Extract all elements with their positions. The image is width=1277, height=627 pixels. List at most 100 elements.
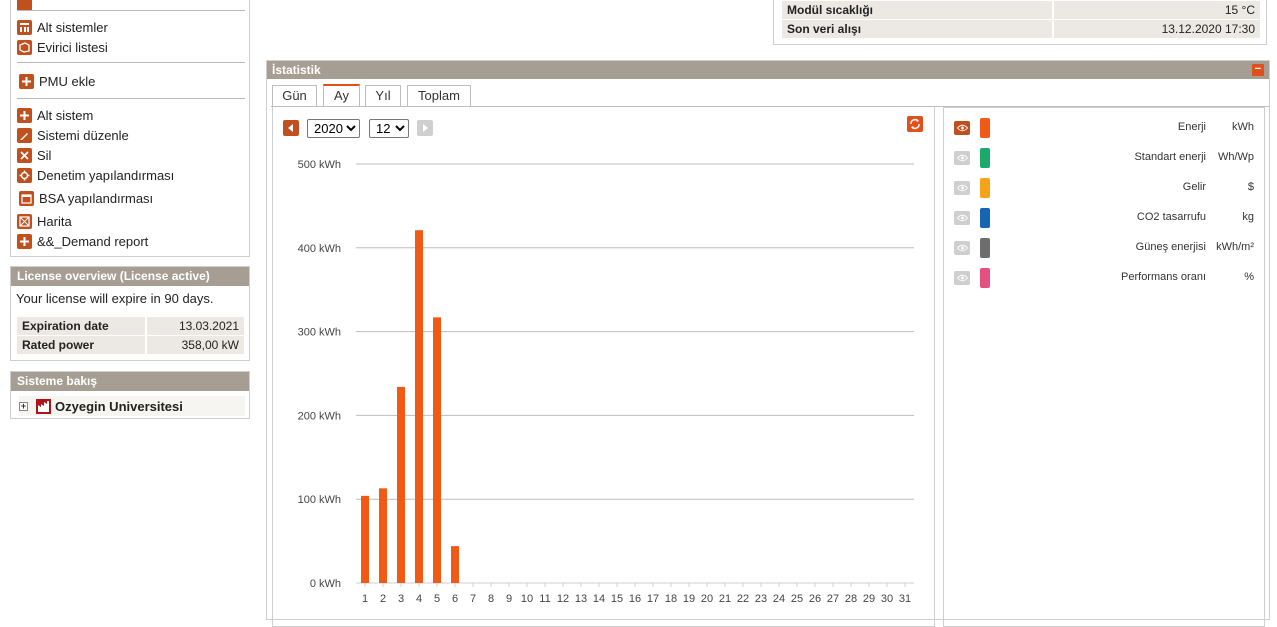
x-tick-label: 19 (683, 593, 695, 605)
sidebar-item-add-pmu[interactable]: PMU ekle (17, 72, 95, 90)
eye-icon[interactable] (954, 121, 970, 135)
legend-label: Enerji (1177, 121, 1206, 133)
year-select[interactable]: 2020 (307, 119, 360, 138)
sidebar-item-monitoring-config[interactable]: Denetim yapılandırması (17, 166, 174, 184)
sidebar-item-label: PMU ekle (39, 73, 96, 89)
refresh-icon (910, 118, 920, 130)
map-icon (17, 213, 32, 229)
x-tick-label: 7 (470, 593, 476, 605)
collapse-icon[interactable]: − (1252, 64, 1264, 76)
delete-icon (17, 147, 32, 163)
legend-item[interactable]: Performans oranı% (954, 268, 1254, 288)
calendar-icon (19, 190, 34, 206)
arrow-left-icon (288, 124, 293, 132)
info-value: 13.12.2020 17:30 (1052, 20, 1260, 38)
tab-year[interactable]: Yıl (365, 85, 401, 107)
tab-day[interactable]: Gün (272, 85, 317, 107)
tab-month[interactable]: Ay (323, 84, 360, 107)
chart-area: 2020 12 0 kWh 100 kWh 200 kWh 300 kWh 400 kW… (272, 107, 935, 627)
month-select[interactable]: 12 (369, 119, 409, 138)
legend-item[interactable]: Gelir $ (954, 178, 1254, 198)
x-tick-label: 24 (773, 593, 785, 605)
legend-item[interactable]: Standart enerji Wh/Wp (954, 148, 1254, 168)
info-key: Son veri alışı (782, 20, 1052, 38)
legend-label: Performans oranı (1121, 271, 1206, 283)
system-overview-title: Sisteme bakış (11, 372, 249, 391)
table-row: Expiration date 13.03.2021 (17, 317, 244, 335)
info-key: Modül sıcaklığı (782, 1, 1052, 19)
menu-divider (17, 10, 245, 11)
sidebar-item-label: Denetim yapılandırması (37, 167, 175, 183)
x-tick-label: 27 (827, 593, 839, 605)
y-tick-label: 100 kWh (298, 494, 341, 506)
eye-icon[interactable] (954, 151, 970, 165)
x-tick-label: 16 (629, 593, 641, 605)
refresh-button[interactable] (907, 116, 923, 132)
sidebar-item-label: Sistemi düzenle (37, 127, 129, 143)
eye-icon[interactable] (954, 241, 970, 255)
next-month-button[interactable] (417, 120, 433, 136)
x-tick-label: 8 (488, 593, 494, 605)
license-key: Rated power (17, 336, 145, 354)
previous-month-button[interactable] (283, 120, 299, 136)
eye-icon[interactable] (954, 271, 970, 285)
x-tick-label: 13 (575, 593, 587, 605)
y-tick-label: 300 kWh (298, 327, 341, 339)
x-tick-label: 15 (611, 593, 623, 605)
tab-total[interactable]: Toplam (407, 85, 471, 107)
expand-icon[interactable]: + (19, 401, 28, 411)
x-tick-label: 22 (737, 593, 749, 605)
sidebar-item-label: Alt sistemler (37, 19, 108, 35)
y-tick-label: 0 kWh (310, 578, 341, 590)
y-tick-label: 500 kWh (298, 159, 341, 171)
x-tick-label: 21 (719, 593, 731, 605)
legend-color-swatch (980, 178, 990, 198)
subsystems-icon (17, 19, 32, 35)
sidebar-item-add-subsystem[interactable]: Alt sistem (17, 106, 93, 124)
x-tick-label: 4 (416, 593, 422, 605)
sidebar-item-bsa-config[interactable]: BSA yapılandırması (17, 189, 153, 207)
eye-icon[interactable] (954, 211, 970, 225)
x-tick-label: 11 (539, 593, 550, 605)
inverter-list-icon (17, 39, 32, 55)
y-tick-label: 400 kWh (298, 243, 341, 255)
license-overview-panel: License overview (License active) Your l… (10, 266, 250, 361)
legend-color-swatch (980, 208, 990, 228)
x-tick-label: 9 (506, 593, 512, 605)
statistics-panel: İstatistik − Gün Ay Yıl Toplam 2020 12 0… (266, 60, 1270, 627)
x-tick-label: 28 (845, 593, 857, 605)
plus-icon (17, 233, 32, 249)
sidebar-item-label: BSA yapılandırması (39, 190, 154, 206)
sidebar-item-label: &&_Demand report (37, 233, 149, 249)
system-tree-item[interactable]: + Ozyegin Universitesi (19, 396, 245, 416)
energy-bar (415, 230, 423, 583)
legend-unit: % (1244, 271, 1254, 283)
legend-item[interactable]: Güneş enerjisi kWh/m² (954, 238, 1254, 258)
y-tick-label: 200 kWh (298, 410, 341, 422)
license-value: 13.03.2021 (145, 317, 244, 335)
gear-icon (17, 167, 32, 183)
legend-unit: kWh (1232, 121, 1254, 133)
legend-item[interactable]: Enerji kWh (954, 118, 1254, 138)
energy-bar-chart: 0 kWh 100 kWh 200 kWh 300 kWh 400 kWh 500 kWh… (298, 159, 914, 605)
sidebar-item-demand-report[interactable]: &&_Demand report (17, 232, 148, 250)
x-tick-label: 30 (881, 593, 893, 605)
license-expiry-message: Your license will expire in 90 days. (16, 291, 214, 306)
eye-icon[interactable] (954, 181, 970, 195)
sidebar-item-subsystems[interactable]: Alt sistemler (17, 18, 108, 36)
table-row: Rated power 358,00 kW (17, 336, 244, 354)
x-tick-label: 12 (557, 593, 569, 605)
legend-unit: $ (1247, 181, 1254, 193)
x-tick-label: 6 (452, 593, 458, 605)
edit-icon (17, 127, 32, 143)
license-details-table: Expiration date 13.03.2021 Rated power 3… (17, 316, 244, 355)
sidebar-item-delete[interactable]: Sil (17, 146, 51, 164)
x-tick-label: 18 (665, 593, 677, 605)
legend-label: Standart enerji (1134, 151, 1206, 163)
legend-item[interactable]: CO2 tasarrufu kg (954, 208, 1254, 228)
sidebar-item-map[interactable]: Harita (17, 212, 72, 230)
sidebar-item-inverter-list[interactable]: Evirici listesi (17, 38, 108, 56)
arrow-right-icon (423, 124, 428, 132)
sidebar-item-edit-system[interactable]: Sistemi düzenle (17, 126, 129, 144)
energy-bar (451, 546, 459, 583)
